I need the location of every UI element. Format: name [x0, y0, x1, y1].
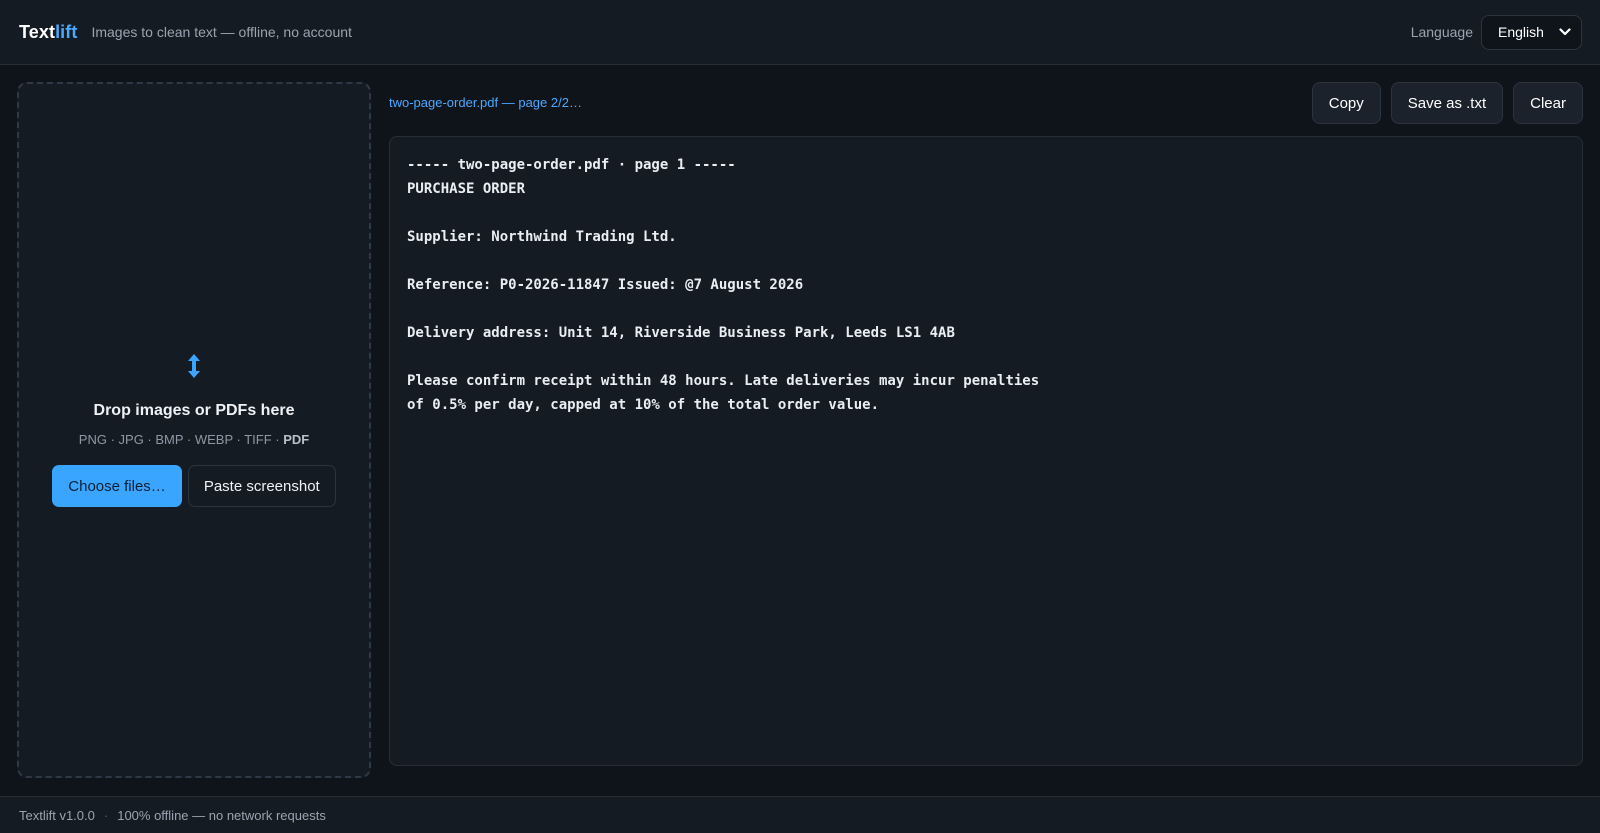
output-line: ----- two-page-order.pdf · page 1 ----- [407, 157, 736, 173]
output-line: PURCHASE ORDER [407, 181, 526, 197]
file-drop-zone[interactable]: Drop images or PDFs here PNG · JPG · BMP… [17, 82, 371, 778]
drop-zone-actions: Choose files… Paste screenshot [52, 465, 336, 507]
status-footer: Textlift v1.0.0 · 100% offline — no netw… [0, 796, 1600, 833]
output-line: Delivery address: Unit 14, Riverside Bus… [407, 325, 955, 341]
upload-arrows-icon [186, 353, 202, 384]
output-toolbar: Copy Save as .txt Clear [1311, 82, 1583, 124]
choose-files-button[interactable]: Choose files… [52, 465, 182, 507]
chevron-down-icon [1559, 28, 1571, 36]
top-bar: Textlift Images to clean text — offline,… [0, 0, 1600, 65]
language-label: Language [1410, 24, 1473, 40]
output-line: Reference: P0-2026-11847 Issued: @7 Augu… [407, 277, 804, 293]
copy-button[interactable]: Copy [1311, 82, 1381, 124]
drop-zone-title: Drop images or PDFs here [93, 402, 295, 419]
footer-separator: · [103, 807, 109, 823]
output-line: of 0.5% per day, capped at 10% of the to… [407, 397, 880, 413]
extracted-text-output[interactable]: ----- two-page-order.pdf · page 1 ----- … [389, 136, 1583, 766]
tagline: Images to clean text — offline, no accou… [91, 24, 352, 40]
save-txt-button[interactable]: Save as .txt [1390, 82, 1504, 124]
app-window: Textlift Images to clean text — offline,… [0, 0, 1600, 833]
output-line: Please confirm receipt within 48 hours. … [407, 373, 1040, 389]
brand-logo: Textlift [19, 22, 77, 43]
supported-format-pdf: PDF [283, 432, 310, 447]
clear-button[interactable]: Clear [1513, 82, 1583, 124]
app-version: Textlift v1.0.0 [19, 807, 95, 823]
offline-status: 100% offline — no network requests [117, 807, 326, 823]
brand-text-part1: Text [19, 21, 56, 42]
brand-text-part2: lift [55, 21, 78, 42]
supported-formats-list: PNG · JPG · BMP · WEBP · TIFF · [78, 432, 284, 447]
output-line: Supplier: Northwind Trading Ltd. [407, 229, 677, 245]
language-select[interactable]: English [1481, 14, 1582, 50]
language-select-value: English [1498, 24, 1544, 40]
processing-status: two-page-order.pdf — page 2/2… [389, 95, 582, 110]
supported-formats: PNG · JPG · BMP · WEBP · TIFF · PDF [79, 432, 309, 447]
paste-screenshot-button[interactable]: Paste screenshot [187, 465, 336, 507]
